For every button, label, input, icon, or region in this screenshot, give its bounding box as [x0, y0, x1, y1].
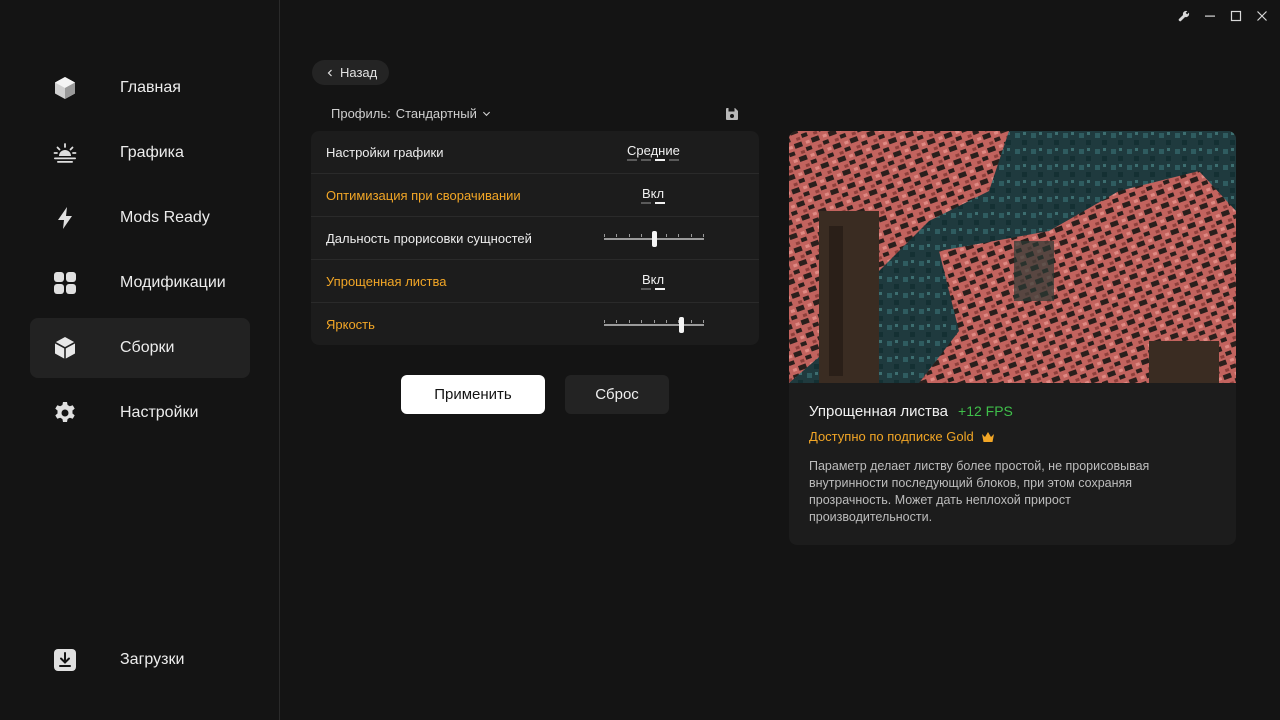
slider-thumb[interactable]	[651, 231, 657, 247]
close-icon[interactable]	[1252, 6, 1272, 26]
fps-badge: +12 FPS	[958, 403, 1013, 419]
subscription-label: Доступно по подписке Gold	[809, 429, 974, 444]
crown-icon	[981, 431, 994, 442]
slider-ticks	[604, 320, 704, 323]
sidebar-item-label: Модификации	[120, 274, 226, 291]
sidebar-item-label: Mods Ready	[120, 209, 210, 226]
sidebar-item-home[interactable]: Главная	[30, 58, 250, 118]
slider-track	[604, 324, 704, 326]
save-icon[interactable]	[725, 107, 739, 121]
profile-value: Стандартный	[395, 106, 477, 121]
window-controls	[1174, 6, 1272, 26]
wrench-icon[interactable]	[1174, 6, 1194, 26]
sidebar-item-mods-ready[interactable]: Mods Ready	[30, 188, 250, 248]
segmented-ticks	[627, 159, 679, 161]
setting-label: Настройки графики	[326, 144, 444, 160]
setting-brightness[interactable]: Яркость	[311, 303, 759, 345]
setting-label: Упрощенная листва	[326, 273, 447, 289]
minimize-icon[interactable]	[1200, 6, 1220, 26]
subscription-note: Доступно по подписке Gold	[809, 429, 1216, 444]
preview-image	[789, 131, 1236, 383]
sidebar-item-mods[interactable]: Модификации	[30, 253, 250, 313]
grid-icon	[50, 268, 80, 298]
segmented-value: Средние	[627, 143, 680, 158]
lightning-icon	[50, 203, 80, 233]
sidebar-item-downloads[interactable]: Загрузки	[30, 630, 250, 690]
chevron-down-icon	[482, 111, 490, 117]
segmented-value: Вкл	[642, 186, 665, 201]
setting-minimize-optimization[interactable]: Оптимизация при сворачивании Вкл	[311, 174, 759, 217]
sidebar: Главная Графика Mods Ready Модификации С…	[0, 0, 280, 720]
segment-tick[interactable]	[641, 202, 651, 204]
setting-label: Оптимизация при сворачивании	[326, 187, 521, 203]
segment-tick[interactable]	[669, 159, 679, 161]
preview-description: Параметр делает листву более простой, не…	[809, 459, 1150, 524]
preview-title: Упрощенная листва	[809, 403, 949, 420]
segmented-value: Вкл	[642, 272, 665, 287]
setting-simplified-foliage[interactable]: Упрощенная листва Вкл	[311, 260, 759, 303]
cube-icon	[50, 73, 80, 103]
sidebar-item-label: Настройки	[120, 404, 199, 421]
setting-label: Дальность прорисовки сущностей	[326, 230, 532, 246]
profile-selector[interactable]: Профиль: Стандартный	[331, 106, 491, 121]
sidebar-item-label: Загрузки	[120, 651, 185, 668]
sunrise-icon	[50, 138, 80, 168]
gear-icon	[50, 398, 80, 428]
sidebar-item-label: Сборки	[120, 339, 175, 356]
profile-label: Профиль:	[331, 106, 391, 121]
segment-tick[interactable]	[641, 159, 651, 161]
chevron-left-icon	[327, 69, 332, 76]
preview-body: Упрощенная листва +12 FPS Доступно по по…	[789, 383, 1236, 526]
maximize-icon[interactable]	[1226, 6, 1246, 26]
sidebar-item-label: Главная	[120, 79, 181, 96]
segment-tick[interactable]	[627, 159, 637, 161]
segment-tick[interactable]	[641, 288, 651, 290]
apply-button[interactable]: Применить	[401, 375, 545, 414]
sidebar-item-graphics[interactable]: Графика	[30, 123, 250, 183]
sidebar-item-builds[interactable]: Сборки	[30, 318, 250, 378]
sidebar-bottom: Загрузки	[30, 630, 250, 695]
download-icon	[50, 645, 80, 675]
segment-tick[interactable]	[655, 159, 665, 161]
brightness-slider[interactable]	[604, 303, 704, 345]
segmented-ticks	[641, 288, 665, 290]
setting-graphics-quality[interactable]: Настройки графики Средние	[311, 131, 759, 174]
back-label: Назад	[340, 65, 378, 80]
segmented-ticks	[641, 202, 665, 204]
preview-card: Упрощенная листва +12 FPS Доступно по по…	[789, 131, 1236, 545]
box-icon	[50, 333, 80, 363]
setting-label: Яркость	[326, 317, 375, 332]
back-button[interactable]: Назад	[312, 60, 390, 85]
entity-distance-slider[interactable]	[604, 217, 704, 260]
foliage-screenshot	[789, 131, 1236, 383]
sidebar-nav: Главная Графика Mods Ready Модификации С…	[30, 58, 250, 448]
segment-tick[interactable]	[655, 288, 665, 290]
settings-panel: Настройки графики Средние Оптимизация пр…	[311, 131, 759, 345]
preview-title-row: Упрощенная листва +12 FPS	[809, 403, 1216, 420]
sidebar-item-label: Графика	[120, 144, 184, 161]
reset-button[interactable]: Сброс	[565, 375, 669, 414]
setting-entity-distance[interactable]: Дальность прорисовки сущностей	[311, 217, 759, 260]
segment-tick[interactable]	[655, 202, 665, 204]
slider-thumb[interactable]	[678, 317, 684, 333]
sidebar-item-settings[interactable]: Настройки	[30, 383, 250, 443]
